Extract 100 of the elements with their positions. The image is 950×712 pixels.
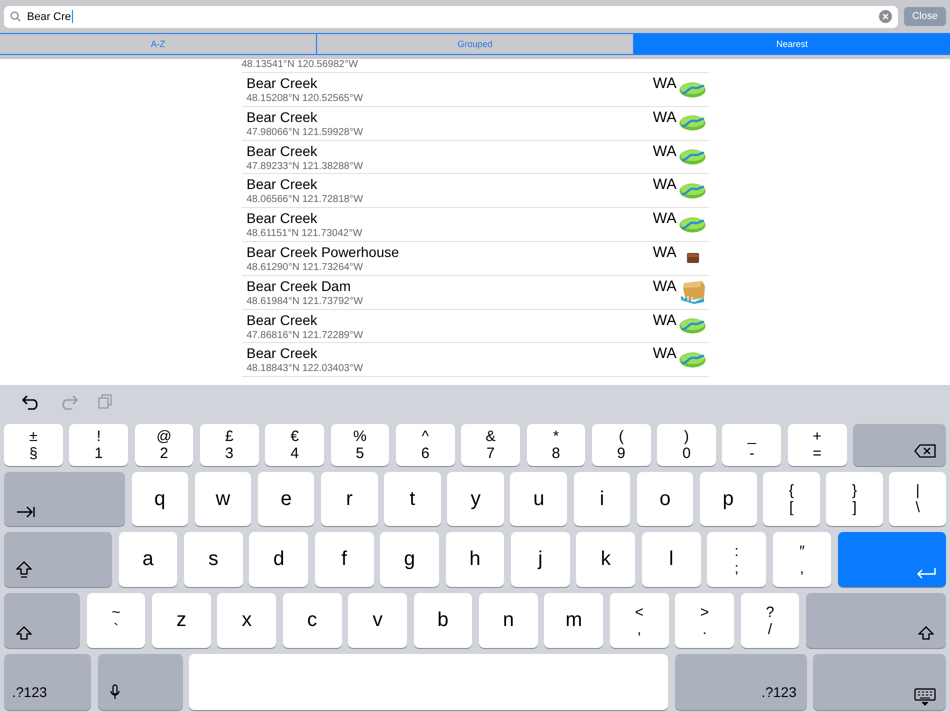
numbers-key[interactable]: .?123 — [4, 654, 91, 710]
key[interactable]: b — [414, 593, 472, 648]
space-key[interactable] — [189, 654, 668, 710]
state-code: WA — [652, 142, 676, 160]
shift-key[interactable] — [4, 593, 80, 648]
shift-key[interactable] — [806, 593, 946, 648]
place-name[interactable]: Bear Creek — [246, 142, 653, 160]
tab-key[interactable] — [4, 472, 125, 526]
key[interactable]: n — [478, 593, 538, 648]
coordinates: 47.86816°N 121.72289°W — [246, 328, 364, 342]
key[interactable]: y — [447, 472, 504, 526]
key[interactable]: | \ — [889, 472, 946, 526]
key[interactable]: ) 0 — [657, 424, 716, 466]
place-name[interactable]: Bear Creek — [246, 176, 653, 194]
place-name[interactable]: Bear Creek Powerhouse — [246, 244, 653, 261]
coordinates: 48.61290°N 121.73264°W — [246, 260, 364, 274]
key[interactable]: o — [636, 472, 694, 526]
key[interactable]: j — [510, 532, 570, 587]
key[interactable]: v — [348, 593, 408, 648]
state-code: WA — [652, 74, 676, 92]
key[interactable]: £ 3 — [200, 424, 259, 466]
clear-icon[interactable] — [879, 10, 892, 23]
key[interactable]: % 5 — [330, 424, 390, 466]
key[interactable]: g — [380, 532, 440, 587]
return-key[interactable] — [838, 532, 946, 587]
key[interactable]: p — [700, 472, 757, 526]
creek-icon — [679, 115, 706, 132]
delete-key[interactable] — [853, 424, 946, 466]
key[interactable]: _ - — [722, 424, 782, 466]
coordinates: 48.61151°N 121.73042°W — [246, 227, 364, 240]
key[interactable]: z — [152, 593, 211, 648]
key[interactable]: w — [194, 472, 252, 526]
key[interactable]: l — [642, 532, 701, 587]
key[interactable]: k — [576, 532, 636, 587]
key[interactable]: m — [544, 593, 604, 648]
shift-icon — [16, 626, 32, 640]
search-field[interactable]: Bear Cre — [4, 6, 898, 28]
hide-keyboard-key[interactable] — [813, 654, 946, 710]
key[interactable]: ! 1 — [69, 424, 128, 466]
key[interactable]: ( 9 — [592, 424, 651, 466]
key[interactable]: x — [217, 593, 276, 648]
key[interactable]: > . — [675, 593, 734, 648]
key[interactable]: ″ , — [772, 532, 832, 587]
coordinates: 47.98066°N 121.59928°W — [246, 126, 364, 139]
creek-icon — [679, 318, 706, 334]
place-name[interactable]: Bear Creek — [246, 345, 653, 362]
state-code: WA — [652, 310, 676, 329]
key[interactable]: h — [446, 532, 504, 587]
creek-icon — [679, 149, 706, 166]
key[interactable]: i — [574, 472, 630, 526]
key[interactable]: + = — [788, 424, 847, 466]
segment-tab[interactable]: Nearest — [634, 34, 950, 54]
key[interactable]: { [ — [763, 472, 820, 526]
tab-arrow-icon — [16, 506, 36, 518]
place-name[interactable]: Bear Creek — [246, 312, 653, 329]
key[interactable]: & 7 — [461, 424, 520, 466]
key[interactable]: f — [314, 532, 374, 587]
key[interactable]: c — [282, 593, 342, 648]
key[interactable]: * 8 — [526, 424, 586, 466]
dictation-key[interactable] — [98, 654, 182, 710]
key[interactable]: ± § — [4, 424, 63, 466]
state-code: WA — [652, 209, 676, 228]
place-name[interactable]: Bear Creek — [246, 108, 653, 126]
shift-icon — [918, 626, 934, 640]
key[interactable]: a — [118, 532, 178, 587]
key[interactable]: r — [320, 472, 378, 526]
microphone-icon — [110, 684, 120, 700]
place-name[interactable]: Bear Creek Dam — [246, 278, 653, 295]
creek-icon — [679, 82, 706, 98]
key[interactable]: s — [184, 532, 243, 587]
key[interactable]: < , — [610, 593, 669, 648]
coordinates: 47.89233°N 121.38288°W — [246, 160, 364, 173]
key[interactable]: @ 2 — [134, 424, 194, 466]
key[interactable]: ? / — [740, 593, 800, 648]
state-code: WA — [652, 344, 676, 362]
key[interactable]: d — [249, 532, 308, 587]
caps-lock-icon — [16, 561, 32, 579]
creek-icon — [679, 182, 706, 199]
coordinates: 48.61984°N 121.73792°W — [246, 294, 364, 308]
coordinates: 48.15208°N 120.52565°W — [246, 92, 364, 105]
key[interactable]: t — [384, 472, 441, 526]
caps-lock-key[interactable] — [4, 532, 112, 587]
key[interactable]: ~ ` — [86, 593, 146, 648]
key[interactable]: e — [258, 472, 314, 526]
key[interactable]: q — [132, 472, 188, 526]
search-icon — [10, 11, 21, 22]
undo-icon[interactable] — [22, 394, 40, 410]
key[interactable]: ^ 6 — [396, 424, 455, 466]
key[interactable]: } ] — [826, 472, 883, 526]
place-name[interactable]: Bear Creek — [246, 75, 653, 92]
coordinates: 48.18843°N 122.03403°W — [246, 362, 364, 376]
key[interactable]: u — [510, 472, 568, 526]
numbers-key[interactable]: .?123 — [674, 654, 806, 710]
state-code: WA — [652, 242, 676, 261]
place-name[interactable]: Bear Creek — [246, 210, 653, 228]
return-icon — [916, 567, 936, 579]
coordinates: 48.13541°N 120.56982°W — [242, 59, 708, 73]
key[interactable]: € 4 — [265, 424, 324, 466]
key[interactable]: : ; — [707, 532, 766, 587]
backspace-icon — [914, 444, 936, 458]
